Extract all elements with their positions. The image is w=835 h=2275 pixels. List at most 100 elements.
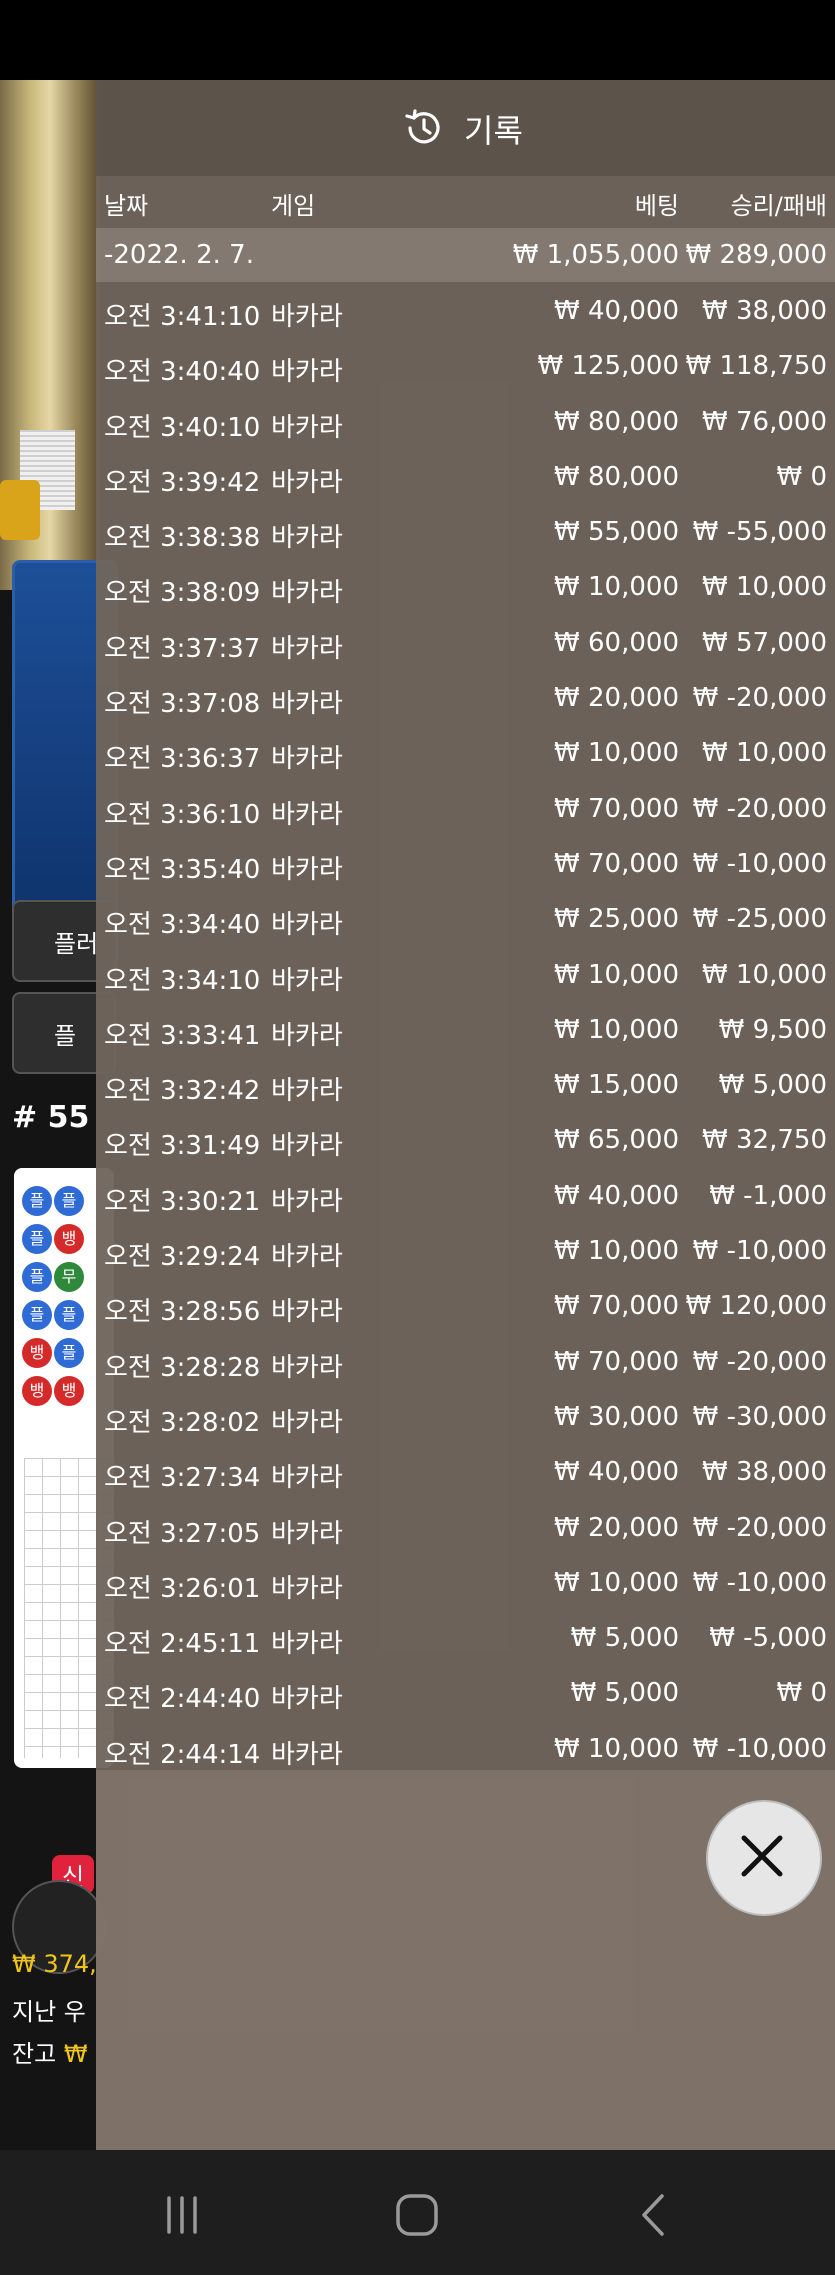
gold-decoration	[0, 480, 40, 540]
cash-value: ₩	[63, 2040, 88, 2068]
row-bet: ₩ 25,000	[554, 904, 679, 935]
home-icon[interactable]	[392, 2190, 442, 2240]
row-time: 오전 3:26:01	[104, 1573, 261, 1604]
row-time: 오전 2:44:14	[104, 1739, 261, 1770]
balance-value: ₩ 374,	[12, 1950, 97, 1978]
row-bet: ₩ 10,000	[554, 1236, 679, 1267]
row-bet: ₩ 125,000	[537, 351, 680, 382]
bead-marker: 플	[54, 1300, 84, 1330]
history-row[interactable]: 오전 3:40:10 바카라 ₩ 80,000 ₩ 76,000	[96, 393, 835, 448]
history-row[interactable]: 오전 3:37:08 바카라 ₩ 20,000 ₩ -20,000	[96, 669, 835, 724]
row-result: ₩ 118,750	[685, 351, 828, 382]
row-bet: ₩ 10,000	[554, 738, 679, 769]
panel-title: 기록	[464, 112, 523, 150]
row-game: 바카라	[271, 1518, 343, 1549]
row-game: 바카라	[271, 412, 343, 443]
history-row[interactable]: 오전 3:35:40 바카라 ₩ 70,000 ₩ -10,000	[96, 835, 835, 890]
history-row[interactable]: 오전 3:40:40 바카라 ₩ 125,000 ₩ 118,750	[96, 337, 835, 392]
row-time: 오전 3:27:05	[104, 1518, 261, 1549]
back-icon[interactable]	[628, 2190, 678, 2240]
row-bet: ₩ 15,000	[554, 1070, 679, 1101]
history-row[interactable]: 오전 3:37:37 바카라 ₩ 60,000 ₩ 57,000	[96, 614, 835, 669]
row-bet: ₩ 55,000	[554, 517, 679, 548]
row-bet: ₩ 70,000	[554, 848, 679, 879]
row-time: 오전 3:28:28	[104, 1352, 261, 1383]
cash-label: 잔고	[12, 2040, 57, 2068]
recents-icon[interactable]	[157, 2190, 207, 2240]
row-time: 오전 3:34:10	[104, 965, 261, 996]
row-game: 바카라	[271, 744, 343, 775]
history-row[interactable]: 오전 3:27:34 바카라 ₩ 40,000 ₩ 38,000	[96, 1443, 835, 1498]
history-row[interactable]: 오전 2:44:40 바카라 ₩ 5,000 ₩ 0	[96, 1664, 835, 1719]
history-row[interactable]: 오전 2:44:14 바카라 ₩ 10,000 ₩ -10,000	[96, 1720, 835, 1775]
row-time: 오전 2:45:11	[104, 1629, 261, 1660]
row-time: 오전 3:31:49	[104, 1131, 261, 1162]
date-group-row[interactable]: -2022. 2. 7. ₩ 1,055,000 ₩ 289,000	[96, 228, 835, 282]
row-time: 오전 3:32:42	[104, 1076, 261, 1107]
row-bet: ₩ 65,000	[554, 1125, 679, 1156]
row-bet: ₩ 40,000	[554, 296, 679, 326]
row-game: 바카라	[271, 854, 343, 885]
history-row[interactable]: 오전 3:26:01 바카라 ₩ 10,000 ₩ -10,000	[96, 1554, 835, 1609]
row-result: ₩ 0	[776, 1678, 827, 1709]
row-result: ₩ 10,000	[702, 738, 827, 769]
row-result: ₩ -10,000	[692, 1567, 827, 1598]
history-row[interactable]: 오전 3:38:38 바카라 ₩ 55,000 ₩ -55,000	[96, 503, 835, 558]
close-button[interactable]	[706, 1800, 822, 1916]
panel-header: 기록	[96, 80, 835, 176]
row-result: ₩ 38,000	[702, 296, 827, 326]
row-result: ₩ -30,000	[692, 1401, 827, 1432]
history-row[interactable]: 오전 3:30:21 바카라 ₩ 40,000 ₩ -1,000	[96, 1167, 835, 1222]
row-game: 바카라	[271, 1020, 343, 1051]
history-row[interactable]: 오전 3:41:10 바카라 ₩ 40,000 ₩ 38,000	[96, 282, 835, 337]
row-result: ₩ -10,000	[692, 848, 827, 879]
history-row[interactable]: 오전 2:45:11 바카라 ₩ 5,000 ₩ -5,000	[96, 1609, 835, 1664]
row-time: 오전 2:44:40	[104, 1684, 261, 1715]
history-row[interactable]: 오전 3:36:37 바카라 ₩ 10,000 ₩ 10,000	[96, 724, 835, 779]
history-row[interactable]: 오전 3:38:09 바카라 ₩ 10,000 ₩ 10,000	[96, 558, 835, 613]
column-header-date[interactable]: 날짜	[104, 186, 148, 221]
row-bet: ₩ 40,000	[554, 1180, 679, 1211]
history-row[interactable]: 오전 3:33:41 바카라 ₩ 10,000 ₩ 9,500	[96, 1001, 835, 1056]
history-row[interactable]: 오전 3:29:24 바카라 ₩ 10,000 ₩ -10,000	[96, 1222, 835, 1277]
row-bet: ₩ 70,000	[554, 1346, 679, 1377]
row-bet: ₩ 20,000	[554, 683, 679, 714]
row-bet: ₩ 80,000	[554, 406, 679, 437]
row-game: 바카라	[271, 467, 343, 498]
row-time: 오전 3:37:08	[104, 689, 261, 720]
row-game: 바카라	[271, 1186, 343, 1217]
history-list[interactable]: 오전 3:41:10 바카라 ₩ 40,000 ₩ 38,000 오전 3:40:40 바…	[96, 282, 835, 1775]
row-time: 오전 3:41:10	[104, 302, 261, 332]
history-row[interactable]: 오전 3:31:49 바카라 ₩ 65,000 ₩ 32,750	[96, 1111, 835, 1166]
history-row[interactable]: 오전 3:34:10 바카라 ₩ 10,000 ₩ 10,000	[96, 946, 835, 1001]
row-result: ₩ 32,750	[702, 1125, 827, 1156]
last-win-label: 지난 우	[12, 1998, 86, 2026]
cash-line: 잔고 ₩	[12, 2034, 88, 2069]
column-header-game[interactable]: 게임	[271, 186, 315, 221]
history-row[interactable]: 오전 3:27:05 바카라 ₩ 20,000 ₩ -20,000	[96, 1499, 835, 1554]
history-row[interactable]: 오전 3:28:02 바카라 ₩ 30,000 ₩ -30,000	[96, 1388, 835, 1443]
history-row[interactable]: 오전 3:32:42 바카라 ₩ 15,000 ₩ 5,000	[96, 1056, 835, 1111]
row-result: ₩ 9,500	[718, 1014, 827, 1045]
navigation-bar	[0, 2150, 835, 2275]
history-row[interactable]: 오전 3:28:56 바카라 ₩ 70,000 ₩ 120,000	[96, 1277, 835, 1332]
row-time: 오전 3:40:10	[104, 412, 261, 443]
row-result: ₩ -10,000	[692, 1236, 827, 1267]
row-result: ₩ 120,000	[685, 1291, 828, 1322]
history-row[interactable]: 오전 3:28:28 바카라 ₩ 70,000 ₩ -20,000	[96, 1333, 835, 1388]
row-game: 바카라	[271, 1076, 343, 1107]
history-row[interactable]: 오전 3:39:42 바카라 ₩ 80,000 ₩ 0	[96, 448, 835, 503]
bead-marker: 뱅	[54, 1224, 84, 1254]
column-header-result[interactable]: 승리/패배	[731, 186, 827, 221]
row-result: ₩ -10,000	[692, 1733, 827, 1764]
row-result: ₩ 57,000	[702, 627, 827, 658]
player-bonus-label: 플	[54, 1022, 77, 1050]
column-header-bet[interactable]: 베팅	[635, 186, 679, 221]
row-time: 오전 3:38:09	[104, 578, 261, 609]
history-row[interactable]: 오전 3:34:40 바카라 ₩ 25,000 ₩ -25,000	[96, 890, 835, 945]
history-row[interactable]: 오전 3:36:10 바카라 ₩ 70,000 ₩ -20,000	[96, 780, 835, 835]
history-clock-icon	[405, 109, 440, 144]
row-bet: ₩ 10,000	[554, 1733, 679, 1764]
row-time: 오전 3:30:21	[104, 1186, 261, 1217]
row-time: 오전 3:29:24	[104, 1242, 261, 1273]
